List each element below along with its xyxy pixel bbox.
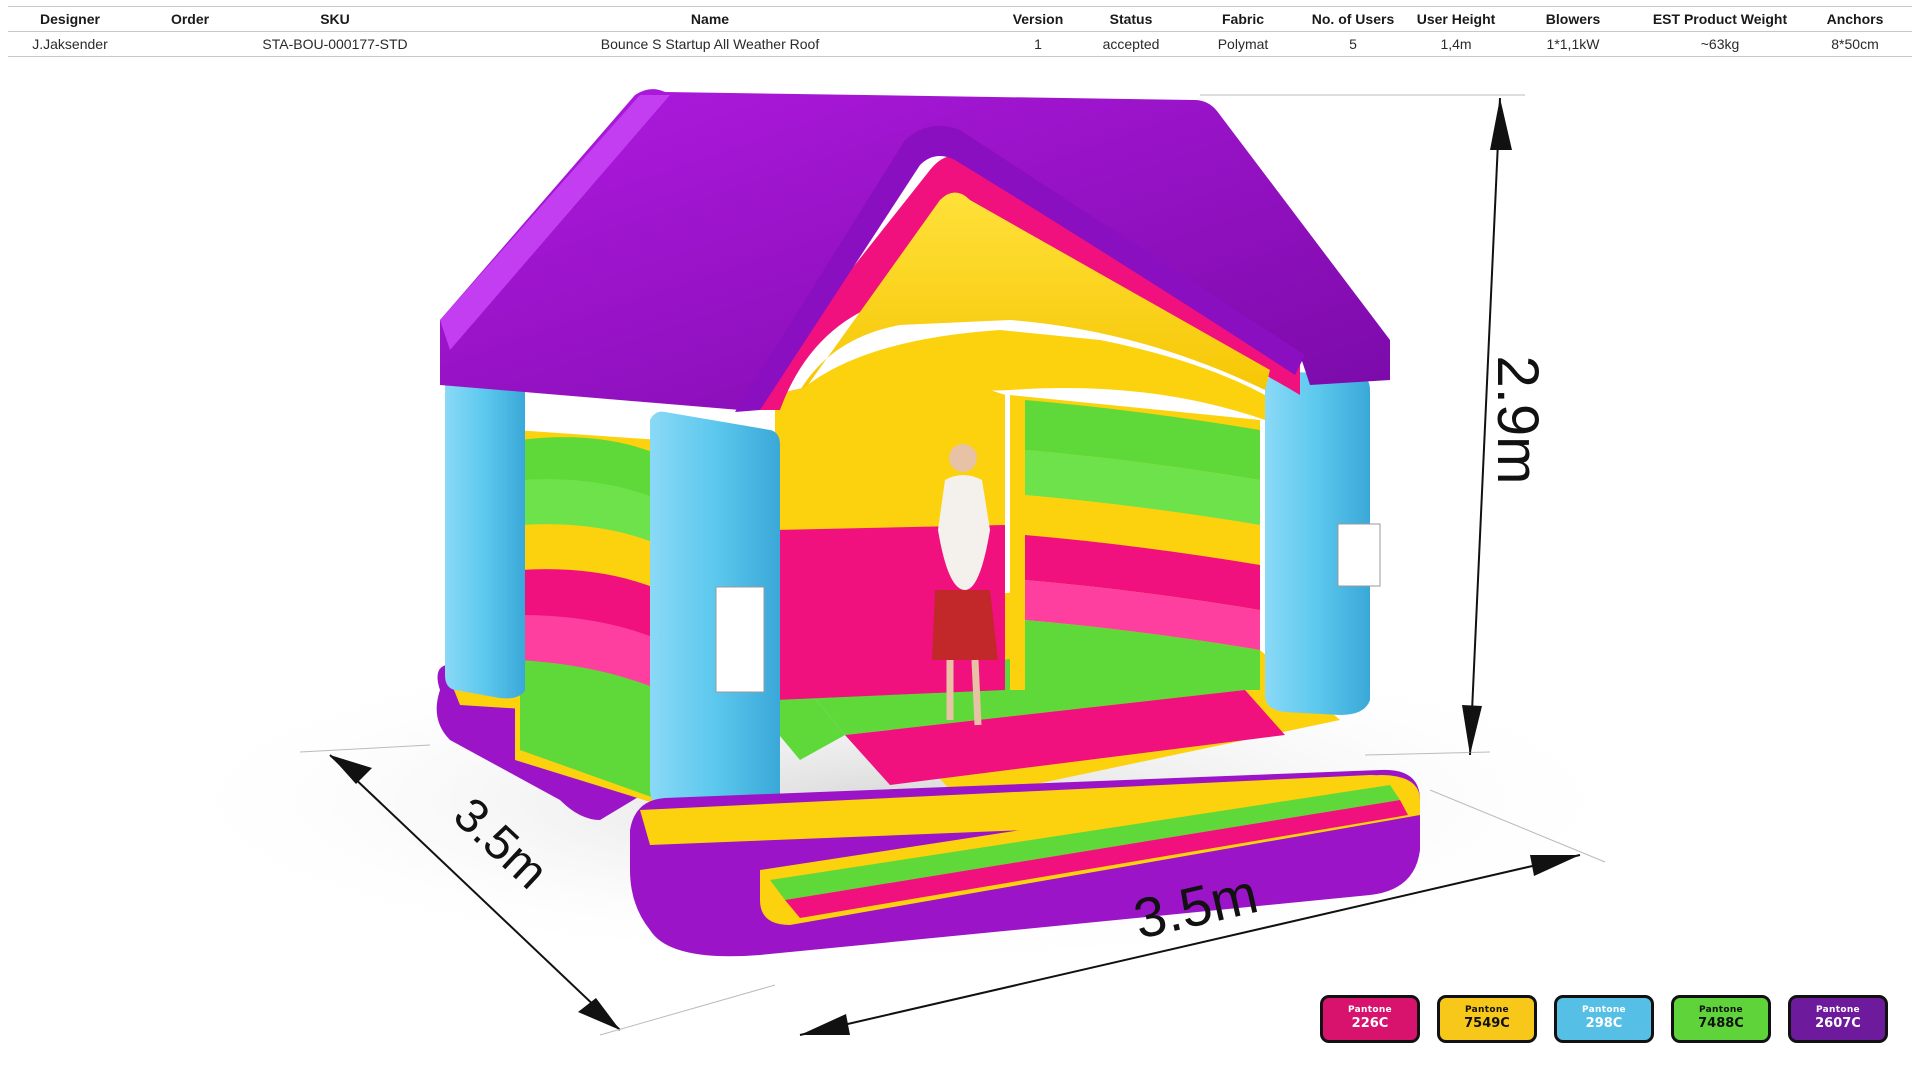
swatch-brand: Pantone: [1348, 1005, 1392, 1015]
warning-label-left: [715, 586, 765, 693]
header-user-height: User Height: [1416, 11, 1496, 27]
swatch-brand: Pantone: [1816, 1005, 1860, 1015]
header-anchors: Anchors: [1826, 11, 1884, 27]
swatch-2607c: Pantone 2607C: [1788, 995, 1888, 1043]
value-designer: J.Jaksender: [32, 36, 108, 52]
swatch-brand: Pantone: [1582, 1005, 1626, 1015]
header-fabric: Fabric: [1221, 11, 1265, 27]
header-users: No. of Users: [1311, 11, 1395, 27]
value-fabric: Polymat: [1217, 36, 1269, 52]
swatch-code: 226C: [1351, 1016, 1389, 1031]
swatch-code: 7488C: [1698, 1016, 1744, 1031]
value-status: accepted: [1102, 36, 1160, 52]
swatch-brand: Pantone: [1699, 1005, 1743, 1015]
swatch-code: 7549C: [1464, 1016, 1510, 1031]
value-anchors: 8*50cm: [1831, 36, 1879, 52]
swatch-226c: Pantone 226C: [1320, 995, 1420, 1043]
warning-label-right: [1337, 523, 1381, 587]
value-weight: ~63kg: [1700, 36, 1740, 52]
swatch-code: 2607C: [1815, 1016, 1861, 1031]
value-users: 5: [1349, 36, 1357, 52]
swatch-code: 298C: [1585, 1016, 1623, 1031]
header-designer: Designer: [40, 11, 100, 27]
header-sku: SKU: [320, 11, 350, 27]
bounce-house-render: 2.9m 3.5m 3.5m: [140, 89, 1660, 1036]
pantone-swatches: Pantone 226C Pantone 7549C Pantone 298C Pan…: [1320, 995, 1890, 1047]
swatch-298c: Pantone 298C: [1554, 995, 1654, 1043]
value-name: Bounce S Startup All Weather Roof: [600, 36, 820, 52]
value-user-height: 1,4m: [1440, 36, 1472, 52]
height-label: 2.9m: [1485, 356, 1550, 485]
left-back-column: [445, 380, 525, 699]
spec-table-value-row: J.Jaksender STA-BOU-000177-STD Bounce S …: [8, 32, 1912, 57]
value-version: 1: [1034, 36, 1042, 52]
header-order: Order: [170, 11, 210, 27]
header-status: Status: [1109, 11, 1153, 27]
header-blowers: Blowers: [1545, 11, 1601, 27]
spec-table-header-row: Designer Order SKU Name Version Status F…: [8, 6, 1912, 32]
right-inner-wall: [1010, 395, 1260, 690]
swatch-7549c: Pantone 7549C: [1437, 995, 1537, 1043]
left-wall: [515, 430, 660, 805]
swatch-brand: Pantone: [1465, 1005, 1509, 1015]
swatch-7488c: Pantone 7488C: [1671, 995, 1771, 1043]
spec-table: Designer Order SKU Name Version Status F…: [8, 6, 1912, 57]
header-name: Name: [690, 11, 730, 27]
header-weight: EST Product Weight: [1652, 11, 1788, 27]
value-sku: STA-BOU-000177-STD: [262, 36, 408, 52]
header-version: Version: [1012, 11, 1064, 27]
value-blowers: 1*1,1kW: [1546, 36, 1600, 52]
